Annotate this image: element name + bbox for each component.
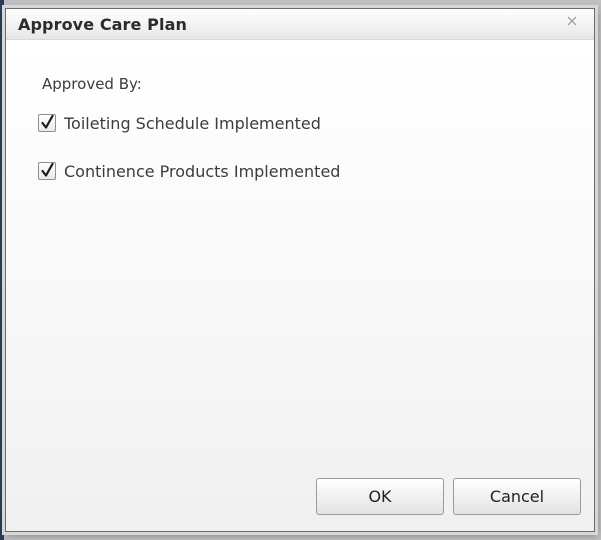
dialog-titlebar[interactable]: Approve Care Plan (6, 9, 594, 40)
dialog-title: Approve Care Plan (18, 15, 187, 34)
checkmark-icon (41, 114, 54, 129)
continence-products-label[interactable]: Continence Products Implemented (64, 162, 340, 181)
approve-care-plan-dialog: Approve Care Plan Approved By: Toileting… (5, 8, 595, 532)
ok-button[interactable]: OK (316, 478, 444, 515)
background-edge (0, 0, 4, 540)
toileting-schedule-checkbox-row[interactable]: Toileting Schedule Implemented (38, 112, 321, 134)
cancel-button[interactable]: Cancel (453, 478, 581, 515)
continence-products-checkbox-row[interactable]: Continence Products Implemented (38, 160, 340, 182)
toileting-schedule-checkbox[interactable] (38, 114, 56, 132)
approved-by-label: Approved By: (42, 75, 142, 93)
checkmark-icon (41, 162, 54, 177)
toileting-schedule-label[interactable]: Toileting Schedule Implemented (64, 114, 321, 133)
close-glyph (567, 16, 577, 26)
dialog-body: Approved By: Toileting Schedule Implemen… (6, 40, 594, 531)
continence-products-checkbox[interactable] (38, 162, 56, 180)
close-icon[interactable] (564, 15, 580, 31)
